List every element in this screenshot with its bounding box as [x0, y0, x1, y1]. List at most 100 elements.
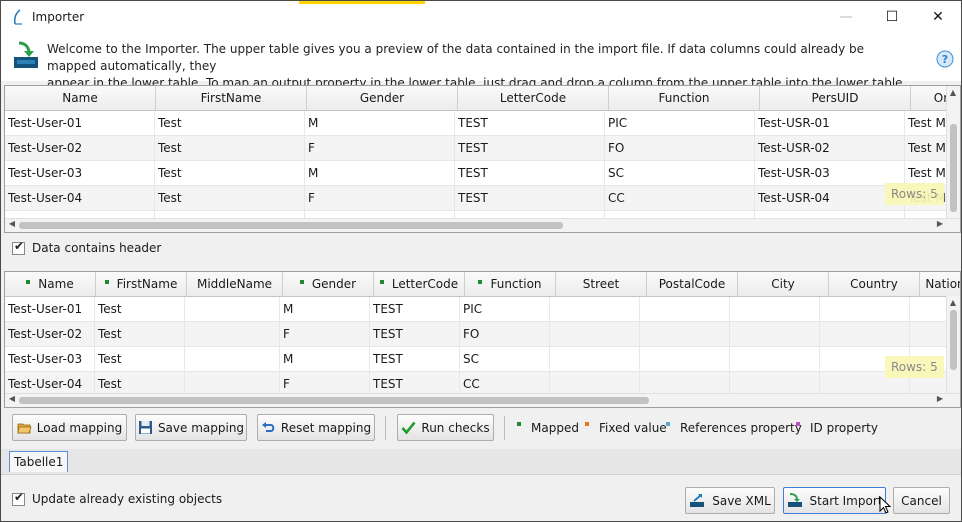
preview-vscroll-thumb[interactable]: [950, 124, 957, 212]
table-cell: SC: [605, 161, 755, 185]
table-cell: PIC: [460, 297, 550, 321]
preview-column-header[interactable]: Function: [609, 86, 760, 110]
mapping-column-header[interactable]: FirstName: [96, 272, 187, 296]
table-cell: Test-USR-03: [755, 161, 905, 185]
minimize-button[interactable]: —: [823, 1, 869, 33]
run-checks-button[interactable]: Run checks: [397, 414, 494, 441]
mapping-column-label: MiddleName: [196, 277, 273, 291]
check-mark-icon: ✔: [14, 489, 25, 504]
mapping-column-header[interactable]: Name: [5, 272, 96, 296]
table-cell: M: [280, 297, 370, 321]
mapping-vertical-scrollbar[interactable]: ▲: [946, 296, 960, 393]
data-contains-header-checkbox[interactable]: ✔ Data contains header: [12, 239, 161, 255]
checkbox-box[interactable]: ✔: [12, 239, 25, 255]
preview-hscroll-thumb[interactable]: [19, 222, 563, 229]
start-import-button[interactable]: Start Import: [783, 487, 886, 514]
table-cell: [550, 297, 640, 321]
mapping-column-label: Gender: [311, 277, 357, 291]
table-row[interactable]: Test-User-01 Test M TEST PIC Test-USR-01 Test …: [5, 111, 960, 136]
preview-column-header[interactable]: Gender: [307, 86, 458, 110]
mapping-column-header[interactable]: City: [738, 272, 829, 296]
import-icon: [787, 493, 802, 507]
mapping-column-header[interactable]: Gender: [283, 272, 374, 296]
mapping-column-header[interactable]: MiddleName: [187, 272, 283, 296]
table-cell: Test-USR-02: [755, 136, 905, 160]
preview-column-header[interactable]: FirstName: [156, 86, 307, 110]
mapped-marker-icon: [299, 279, 304, 284]
sheet-tab-strip: Tabelle1: [1, 449, 961, 475]
table-cell: M: [280, 347, 370, 371]
scroll-up-arrow[interactable]: ▲: [947, 88, 959, 97]
table-cell: [730, 297, 820, 321]
close-button[interactable]: ✕: [915, 1, 961, 33]
table-cell: [640, 322, 730, 346]
table-row[interactable]: Test-User-03 Test M TEST SC Test-USR-03 Test M…: [5, 161, 960, 186]
mouse-cursor-icon: [879, 496, 891, 514]
mapping-column-header[interactable]: Nation: [920, 272, 960, 296]
scroll-up-arrow[interactable]: ▲: [947, 298, 959, 307]
mapping-column-header[interactable]: Country: [829, 272, 920, 296]
table-cell: [640, 297, 730, 321]
save-xml-button[interactable]: Save XML: [685, 487, 775, 514]
checkbox-box[interactable]: ✔: [12, 489, 25, 506]
legend-id-property-label: ID property: [810, 421, 878, 435]
tab-tabelle1[interactable]: Tabelle1: [9, 451, 69, 472]
table-cell: TEST: [370, 297, 460, 321]
toolbar-separator: [504, 416, 505, 440]
legend-mapped: Mapped: [517, 421, 579, 435]
app-logo-icon: [13, 9, 22, 25]
mapping-hscroll-thumb[interactable]: [19, 397, 649, 404]
mapping-column-label: Function: [490, 277, 542, 291]
scroll-right-arrow[interactable]: ▶: [934, 394, 946, 403]
preview-table: Name FirstName Gender LetterCode Function Per…: [4, 85, 961, 233]
preview-rows-count: Rows: 5: [885, 183, 944, 205]
table-cell: Test-User-02: [5, 136, 155, 160]
table-row[interactable]: Test-User-02 Test F TEST FO Test-USR-02 Test M…: [5, 136, 960, 161]
legend-references-property-label: References property: [680, 421, 802, 435]
update-existing-objects-label: Update already existing objects: [32, 492, 223, 506]
preview-horizontal-scrollbar[interactable]: ◀ ▶: [5, 218, 960, 232]
table-row[interactable]: Test-User-01 Test M TEST PIC: [5, 297, 960, 322]
cancel-button[interactable]: Cancel: [893, 487, 950, 514]
title-bar: Importer — ☐ ✕: [1, 1, 961, 33]
update-existing-objects-checkbox[interactable]: ✔ Update already existing objects: [12, 489, 223, 506]
table-cell: [820, 322, 910, 346]
mapping-column-header[interactable]: Function: [465, 272, 556, 296]
table-cell: PIC: [605, 111, 755, 135]
importer-window: Importer — ☐ ✕ Welcome to the Importer. …: [0, 0, 962, 522]
table-cell: F: [305, 186, 455, 210]
mapping-vscroll-thumb[interactable]: [950, 310, 957, 370]
load-mapping-button[interactable]: Load mapping: [12, 414, 127, 441]
mapping-horizontal-scrollbar[interactable]: ◀ ▶: [5, 393, 960, 407]
mapping-column-header[interactable]: LetterCode: [374, 272, 465, 296]
save-mapping-button[interactable]: Save mapping: [135, 414, 247, 441]
mapped-marker-icon: [379, 279, 384, 284]
reset-mapping-button[interactable]: Reset mapping: [257, 414, 375, 441]
table-row[interactable]: Test-User-04TestFTESTCCTest-USR-04Test M…: [5, 186, 960, 211]
help-icon[interactable]: ?: [936, 50, 954, 68]
preview-table-body: Test-User-01 Test M TEST PIC Test-USR-01 Test …: [5, 111, 960, 232]
reset-mapping-label: Reset mapping: [280, 420, 372, 435]
preview-column-header[interactable]: PersUID: [760, 86, 911, 110]
save-xml-label: Save XML: [712, 493, 771, 508]
mapping-column-header[interactable]: Street: [556, 272, 647, 296]
mapping-column-header[interactable]: PostalCode: [647, 272, 738, 296]
preview-column-header[interactable]: LetterCode: [458, 86, 609, 110]
mapping-rows-count: Rows: 5: [885, 356, 944, 378]
scroll-left-arrow[interactable]: ◀: [6, 219, 18, 228]
import-icon: [14, 41, 38, 68]
mapping-column-label: Street: [582, 277, 620, 291]
table-cell: [730, 347, 820, 371]
table-row[interactable]: Test-User-03 Test M TEST SC: [5, 347, 960, 372]
scroll-right-arrow[interactable]: ▶: [934, 219, 946, 228]
table-cell: Test-User-03: [5, 161, 155, 185]
table-row[interactable]: Test-User-02 Test F TEST FO: [5, 322, 960, 347]
preview-column-header[interactable]: Name: [5, 86, 156, 110]
preview-vertical-scrollbar[interactable]: ▲: [946, 86, 960, 218]
mapping-table-body: Test-User-01 Test M TEST PIC Test-User-02 Test…: [5, 297, 960, 397]
maximize-button[interactable]: ☐: [869, 1, 915, 33]
legend-fixed-value-label: Fixed value: [599, 421, 667, 435]
scroll-left-arrow[interactable]: ◀: [6, 394, 18, 403]
table-cell: SC: [460, 347, 550, 371]
folder-open-icon: [17, 423, 32, 434]
